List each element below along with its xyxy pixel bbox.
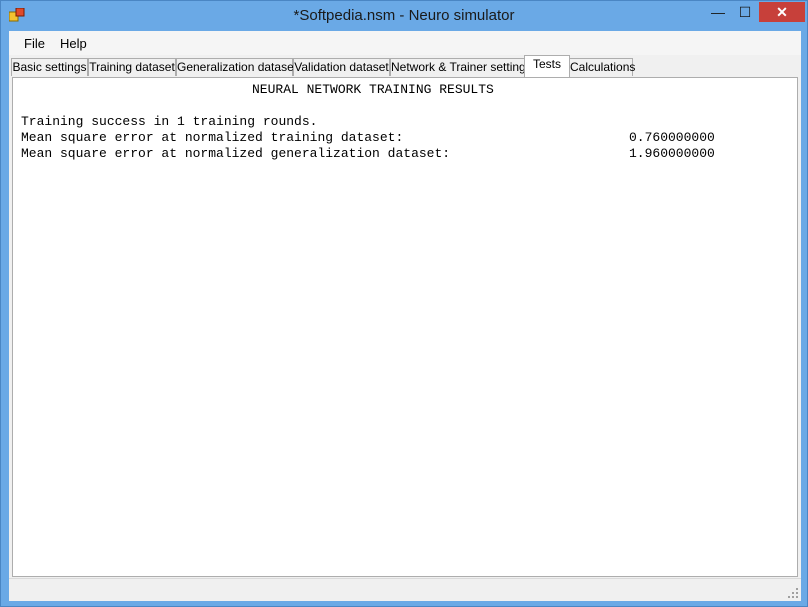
menu-help[interactable]: Help <box>60 36 87 51</box>
app-window: *Softpedia.nsm - Neuro simulator — ☐ ✕ F… <box>0 0 808 607</box>
status-bar <box>9 578 801 601</box>
tab-strip: Basic settings Training dataset Generali… <box>9 55 801 77</box>
tab-tests[interactable]: Tests <box>524 55 570 77</box>
tab-generalization-dataset[interactable]: Generalization dataset <box>176 58 297 76</box>
tab-basic-settings[interactable]: Basic settings <box>11 58 88 76</box>
tab-network-trainer-settings[interactable]: Network & Trainer settings <box>390 58 532 76</box>
close-button[interactable]: ✕ <box>759 2 805 22</box>
tab-training-dataset[interactable]: Training dataset <box>88 58 176 76</box>
training-success-line: Training success in 1 training rounds. <box>21 114 318 129</box>
results-heading: NEURAL NETWORK TRAINING RESULTS <box>252 82 494 97</box>
mse-training-value: 0.760000000 <box>629 130 715 145</box>
menu-file[interactable]: File <box>24 36 45 51</box>
client-area: File Help Basic settings Training datase… <box>9 31 801 601</box>
minimize-button[interactable]: — <box>705 2 731 22</box>
maximize-button[interactable]: ☐ <box>732 2 758 22</box>
mse-generalization-value: 1.960000000 <box>629 146 715 161</box>
mse-training-label: Mean square error at normalized training… <box>21 130 404 145</box>
window-title: *Softpedia.nsm - Neuro simulator <box>293 7 515 24</box>
tab-calculations[interactable]: Calculations <box>569 58 635 76</box>
tests-panel: NEURAL NETWORK TRAINING RESULTS Training… <box>12 77 798 577</box>
resize-grip-icon[interactable] <box>787 587 799 599</box>
title-bar[interactable]: *Softpedia.nsm - Neuro simulator — ☐ ✕ <box>1 1 807 31</box>
mse-generalization-label: Mean square error at normalized generali… <box>21 146 451 161</box>
tab-validation-dataset[interactable]: Validation dataset <box>293 58 390 76</box>
menu-bar: File Help <box>9 31 801 55</box>
